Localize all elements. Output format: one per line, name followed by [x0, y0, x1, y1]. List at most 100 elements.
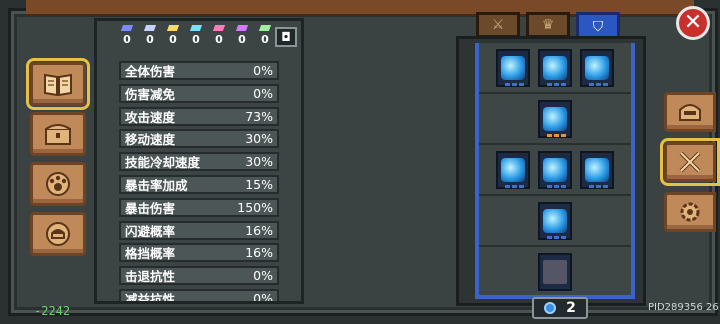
- stat-row: 暴击伤害 150%: [119, 197, 279, 217]
- camera-icon[interactable]: ◘: [275, 27, 297, 47]
- skill-tabs: ⚔ ♛ ⛉: [476, 12, 620, 42]
- stat-row: 移动速度 30%: [119, 129, 279, 149]
- stats-list[interactable]: 全体伤害 0% 伤害减免 0% 攻击速度 73% 移动速度 30% 技能冷却速度 30% 暴击率加成…: [119, 61, 279, 304]
- stat-label: 攻击速度: [125, 109, 176, 125]
- stat-label: 技能冷却速度: [125, 155, 201, 171]
- nav-weapon-button[interactable]: [660, 138, 720, 186]
- gem-counter: 0: [209, 25, 229, 49]
- gem-icon: [120, 25, 134, 31]
- stat-label: 击退抗性: [125, 269, 176, 285]
- stats-panel: 0000000 ◘ 全体伤害 0% 伤害减免 0% 攻击速度 73% 移动速度 30% 技能冷却…: [94, 18, 304, 304]
- skill-slot[interactable]: [538, 201, 572, 240]
- lock-icon: [543, 259, 567, 284]
- tab-crown[interactable]: ♛: [526, 12, 570, 38]
- crossed-swords-icon: [679, 151, 701, 173]
- nav-book-button[interactable]: [26, 58, 90, 110]
- skill-slot-locked[interactable]: [538, 252, 572, 291]
- stat-value: 16%: [245, 245, 273, 261]
- skill-slot[interactable]: [538, 99, 572, 138]
- stat-value: 150%: [237, 199, 273, 215]
- skill-points-counter: 2: [532, 297, 588, 319]
- left-nav: [26, 58, 92, 262]
- knight-helmet-icon: [679, 104, 701, 121]
- gem-counter: 0: [163, 25, 183, 49]
- right-nav: [660, 92, 720, 242]
- skill-tree-grid: [475, 43, 635, 299]
- gear-icon: [680, 202, 700, 222]
- skill-slash-icon: [501, 157, 525, 182]
- gem-count: 0: [238, 33, 246, 46]
- stat-value: 16%: [245, 222, 273, 238]
- gem-icon: [189, 25, 203, 31]
- gem-icon: [212, 25, 226, 31]
- skill-wave-icon: [543, 55, 567, 80]
- gem-icon: [258, 25, 272, 31]
- nav-hero-button[interactable]: [664, 92, 716, 132]
- stat-row: 击退抗性 0%: [119, 266, 279, 286]
- skill-tier: [479, 196, 631, 247]
- stat-value: 15%: [245, 176, 273, 192]
- skill-guard-icon: [585, 157, 609, 182]
- stat-row: 格挡概率 16%: [119, 243, 279, 263]
- stat-value: 0%: [253, 63, 273, 78]
- crown-icon: ♛: [541, 17, 555, 33]
- stat-value: 73%: [245, 108, 273, 124]
- gem-count: 0: [169, 33, 177, 46]
- close-button[interactable]: ✕: [676, 6, 710, 40]
- book-icon: [44, 73, 72, 97]
- coordinate-readout: -2242: [34, 304, 71, 318]
- skill-slot[interactable]: [538, 150, 572, 189]
- nav-helmet-button[interactable]: [30, 212, 86, 256]
- gem-count: 0: [215, 33, 223, 46]
- skill-slot[interactable]: [496, 48, 530, 87]
- skill-slot[interactable]: [580, 48, 614, 87]
- skill-burst-icon: [501, 55, 525, 80]
- stat-row: 闪避概率 16%: [119, 220, 279, 240]
- nav-settings-button[interactable]: [664, 192, 716, 232]
- chest-icon: [45, 124, 71, 145]
- tab-sword[interactable]: ⚔: [476, 12, 520, 38]
- skill-orb-icon: [544, 302, 557, 314]
- gem-count: 0: [146, 33, 154, 46]
- stat-label: 全体伤害: [125, 64, 176, 79]
- stat-value: 30%: [245, 154, 273, 170]
- skill-strike-icon: [543, 208, 567, 233]
- stat-value: 0%: [253, 85, 273, 101]
- skill-slot[interactable]: [580, 150, 614, 189]
- shield-icon: ⛉: [592, 19, 604, 35]
- player-id: PID289356 26: [648, 302, 719, 313]
- gem-counter: 0: [186, 25, 206, 49]
- stat-label: 伤害减免: [125, 86, 176, 102]
- stat-label: 暴击率加成: [125, 177, 188, 193]
- gem-count: 0: [192, 33, 200, 46]
- stat-row: 攻击速度 73%: [119, 106, 279, 126]
- skill-slot[interactable]: [538, 48, 572, 87]
- stat-label: 暴击伤害: [125, 200, 176, 216]
- gem-icon: [166, 25, 180, 31]
- skill-tier: [479, 43, 631, 94]
- gem-icon: [143, 25, 157, 31]
- skill-tier: [479, 94, 631, 145]
- stat-label: 减益抗性: [125, 291, 176, 304]
- skill-points-value: 2: [566, 300, 576, 316]
- nav-chest-button[interactable]: [30, 112, 86, 156]
- stat-row: 减益抗性 0%: [119, 288, 279, 304]
- skill-tree-panel: [456, 36, 646, 306]
- gem-count: 0: [261, 33, 269, 46]
- skill-slot[interactable]: [496, 150, 530, 189]
- skill-shield-icon: [543, 106, 567, 131]
- stat-label: 闪避概率: [125, 223, 176, 239]
- gem-counter: 0: [255, 25, 275, 49]
- stat-row: 全体伤害 0%: [119, 61, 279, 80]
- stat-value: 0%: [253, 268, 273, 284]
- gem-count: 0: [123, 33, 131, 46]
- stat-row: 伤害减免 0%: [119, 83, 279, 103]
- stat-label: 移动速度: [125, 132, 176, 148]
- stat-row: 暴击率加成 15%: [119, 174, 279, 194]
- stat-value: 30%: [245, 131, 273, 147]
- gem-icon: [235, 25, 249, 31]
- skill-heal-icon: [585, 55, 609, 80]
- stat-row: 技能冷却速度 30%: [119, 152, 279, 172]
- nav-pet-button[interactable]: [30, 162, 86, 206]
- stat-value: 0%: [253, 290, 273, 304]
